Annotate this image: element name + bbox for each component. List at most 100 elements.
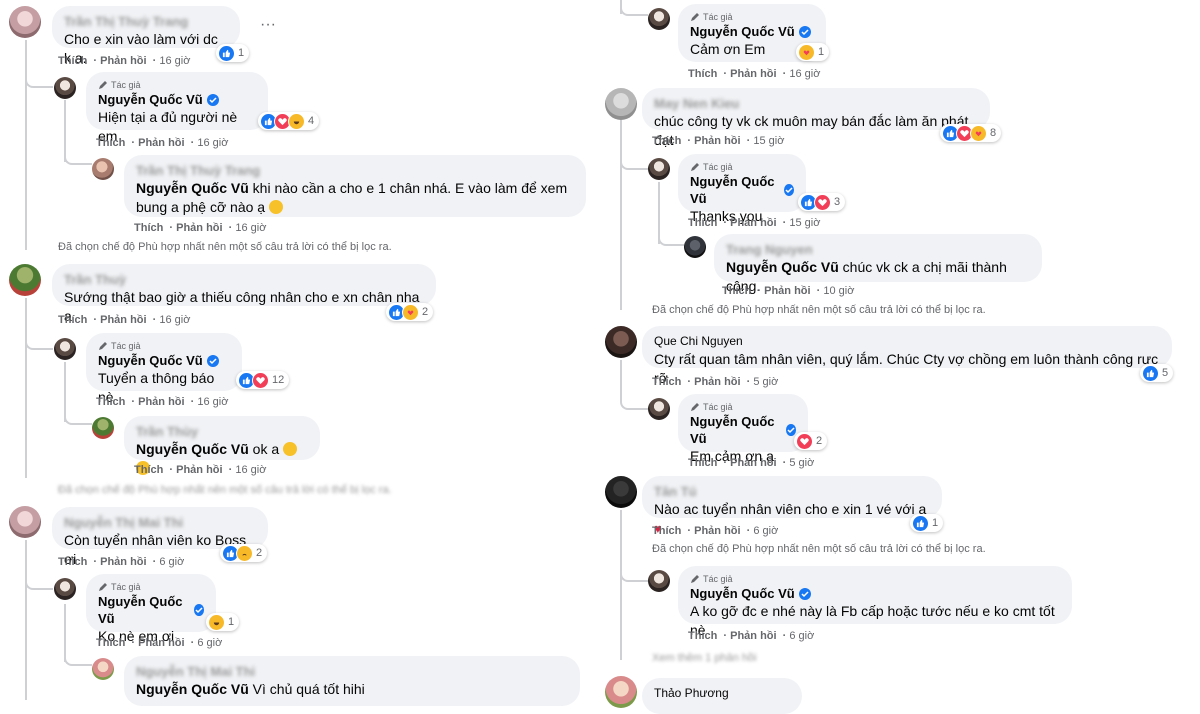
- reaction-summary[interactable]: 1: [206, 613, 240, 631]
- commenter-name[interactable]: Trần Thùy: [136, 423, 308, 440]
- like-link[interactable]: Thích: [722, 285, 751, 297]
- timestamp[interactable]: 16 giờ: [197, 396, 228, 408]
- reply-link[interactable]: Phản hồi: [694, 525, 740, 537]
- author-avatar[interactable]: [54, 578, 76, 600]
- timestamp[interactable]: 5 giờ: [789, 457, 814, 469]
- timestamp[interactable]: 16 giờ: [159, 314, 190, 326]
- view-more-replies-link[interactable]: Xem thêm 1 phản hồi: [652, 652, 757, 664]
- reply-link[interactable]: Phản hồi: [694, 376, 740, 388]
- like-link[interactable]: Thích: [58, 314, 87, 326]
- reply-link[interactable]: Phản hồi: [100, 55, 146, 67]
- like-link[interactable]: Thích: [58, 556, 87, 568]
- reaction-summary[interactable]: 8: [940, 124, 1002, 142]
- reply-link[interactable]: Phản hồi: [764, 285, 810, 297]
- commenter-avatar[interactable]: [605, 676, 637, 708]
- like-link[interactable]: Thích: [688, 217, 717, 229]
- author-avatar[interactable]: [648, 158, 670, 180]
- reaction-summary[interactable]: 2: [386, 303, 434, 321]
- timestamp[interactable]: 16 giờ: [789, 68, 820, 80]
- reply-link[interactable]: Phản hồi: [694, 135, 740, 147]
- reaction-summary[interactable]: 2: [794, 432, 828, 450]
- author-name[interactable]: Nguyễn Quốc Vũ: [690, 413, 796, 447]
- timestamp[interactable]: 16 giờ: [235, 464, 266, 476]
- author-name[interactable]: Nguyễn Quốc Vũ: [98, 91, 256, 108]
- reply-link[interactable]: Phản hồi: [730, 457, 776, 469]
- commenter-name[interactable]: Thảo Phương: [654, 685, 790, 702]
- like-link[interactable]: Thích: [688, 457, 717, 469]
- commenter-avatar[interactable]: [92, 417, 114, 439]
- commenter-avatar[interactable]: [684, 236, 706, 258]
- commenter-avatar[interactable]: [605, 476, 637, 508]
- author-name[interactable]: Nguyễn Quốc Vũ: [690, 23, 814, 40]
- commenter-name[interactable]: Nguyễn Thị Mai Thi: [136, 663, 568, 680]
- mention-link[interactable]: Nguyễn Quốc Vũ: [136, 681, 249, 697]
- author-avatar[interactable]: [54, 77, 76, 99]
- like-link[interactable]: Thích: [688, 68, 717, 80]
- timestamp[interactable]: 6 giờ: [753, 525, 778, 537]
- commenter-name[interactable]: Trần Thị Thuỳ Trang: [136, 162, 574, 179]
- reply-link[interactable]: Phản hồi: [138, 637, 184, 649]
- like-link[interactable]: Thích: [134, 222, 163, 234]
- commenter-name[interactable]: Trần Thuỳ: [64, 271, 424, 288]
- reply-link[interactable]: Phản hồi: [730, 217, 776, 229]
- commenter-avatar[interactable]: [605, 88, 637, 120]
- timestamp[interactable]: 10 giờ: [823, 285, 854, 297]
- commenter-avatar[interactable]: [92, 158, 114, 180]
- reaction-summary[interactable]: 3: [798, 193, 846, 211]
- reply-link[interactable]: Phản hồi: [176, 464, 222, 476]
- author-name[interactable]: Nguyễn Quốc Vũ: [98, 352, 230, 369]
- timestamp[interactable]: 6 giờ: [789, 630, 814, 642]
- reaction-summary[interactable]: 2: [220, 544, 268, 562]
- reply-link[interactable]: Phản hồi: [176, 222, 222, 234]
- timestamp[interactable]: 6 giờ: [159, 556, 184, 568]
- like-link[interactable]: Thích: [652, 135, 681, 147]
- timestamp[interactable]: 5 giờ: [753, 376, 778, 388]
- mention-link[interactable]: Nguyễn Quốc Vũ: [136, 441, 249, 457]
- timestamp[interactable]: 15 giờ: [753, 135, 784, 147]
- reply-link[interactable]: Phản hồi: [730, 630, 776, 642]
- mention-link[interactable]: Nguyễn Quốc Vũ: [136, 180, 249, 196]
- mention-link[interactable]: Nguyễn Quốc Vũ: [726, 259, 839, 275]
- author-name[interactable]: Nguyễn Quốc Vũ: [690, 173, 794, 207]
- commenter-avatar[interactable]: [9, 264, 41, 296]
- like-link[interactable]: Thích: [96, 137, 125, 149]
- timestamp[interactable]: 15 giờ: [789, 217, 820, 229]
- timestamp[interactable]: 16 giờ: [235, 222, 266, 234]
- reply-link[interactable]: Phản hồi: [100, 556, 146, 568]
- commenter-name[interactable]: Que Chi Nguyen: [654, 333, 1160, 350]
- commenter-name[interactable]: Trang Nguyen: [726, 241, 1030, 258]
- reaction-summary[interactable]: 1: [216, 44, 250, 62]
- commenter-avatar[interactable]: [92, 658, 114, 680]
- author-avatar[interactable]: [648, 398, 670, 420]
- author-avatar[interactable]: [648, 570, 670, 592]
- like-link[interactable]: Thích: [688, 630, 717, 642]
- commenter-name[interactable]: Tân Tú: [654, 483, 930, 500]
- reaction-summary[interactable]: 1: [910, 514, 944, 532]
- commenter-name[interactable]: Nguyễn Thị Mai Thi: [64, 514, 256, 531]
- reaction-summary[interactable]: 5: [1140, 364, 1174, 382]
- like-link[interactable]: Thích: [96, 637, 125, 649]
- commenter-name[interactable]: May Nen Kieu: [654, 95, 978, 112]
- like-link[interactable]: Thích: [96, 396, 125, 408]
- more-options-icon[interactable]: ···: [260, 17, 280, 33]
- commenter-avatar[interactable]: [9, 506, 41, 538]
- author-avatar[interactable]: [648, 8, 670, 30]
- commenter-name[interactable]: Trần Thị Thuỳ Trang: [64, 13, 228, 30]
- timestamp[interactable]: 16 giờ: [159, 55, 190, 67]
- author-name[interactable]: Nguyễn Quốc Vũ: [98, 593, 204, 627]
- commenter-avatar[interactable]: [9, 6, 41, 38]
- reply-link[interactable]: Phản hồi: [138, 137, 184, 149]
- like-link[interactable]: Thích: [652, 525, 681, 537]
- like-link[interactable]: Thích: [134, 464, 163, 476]
- reaction-summary[interactable]: 1: [796, 43, 830, 61]
- reply-link[interactable]: Phản hồi: [138, 396, 184, 408]
- timestamp[interactable]: 16 giờ: [197, 137, 228, 149]
- reply-link[interactable]: Phản hồi: [100, 314, 146, 326]
- commenter-avatar[interactable]: [605, 326, 637, 358]
- reaction-summary[interactable]: 4: [258, 112, 320, 130]
- timestamp[interactable]: 6 giờ: [197, 637, 222, 649]
- like-link[interactable]: Thích: [58, 55, 87, 67]
- reply-link[interactable]: Phản hồi: [730, 68, 776, 80]
- reaction-summary[interactable]: 12: [236, 371, 290, 389]
- author-name[interactable]: Nguyễn Quốc Vũ: [690, 585, 1060, 602]
